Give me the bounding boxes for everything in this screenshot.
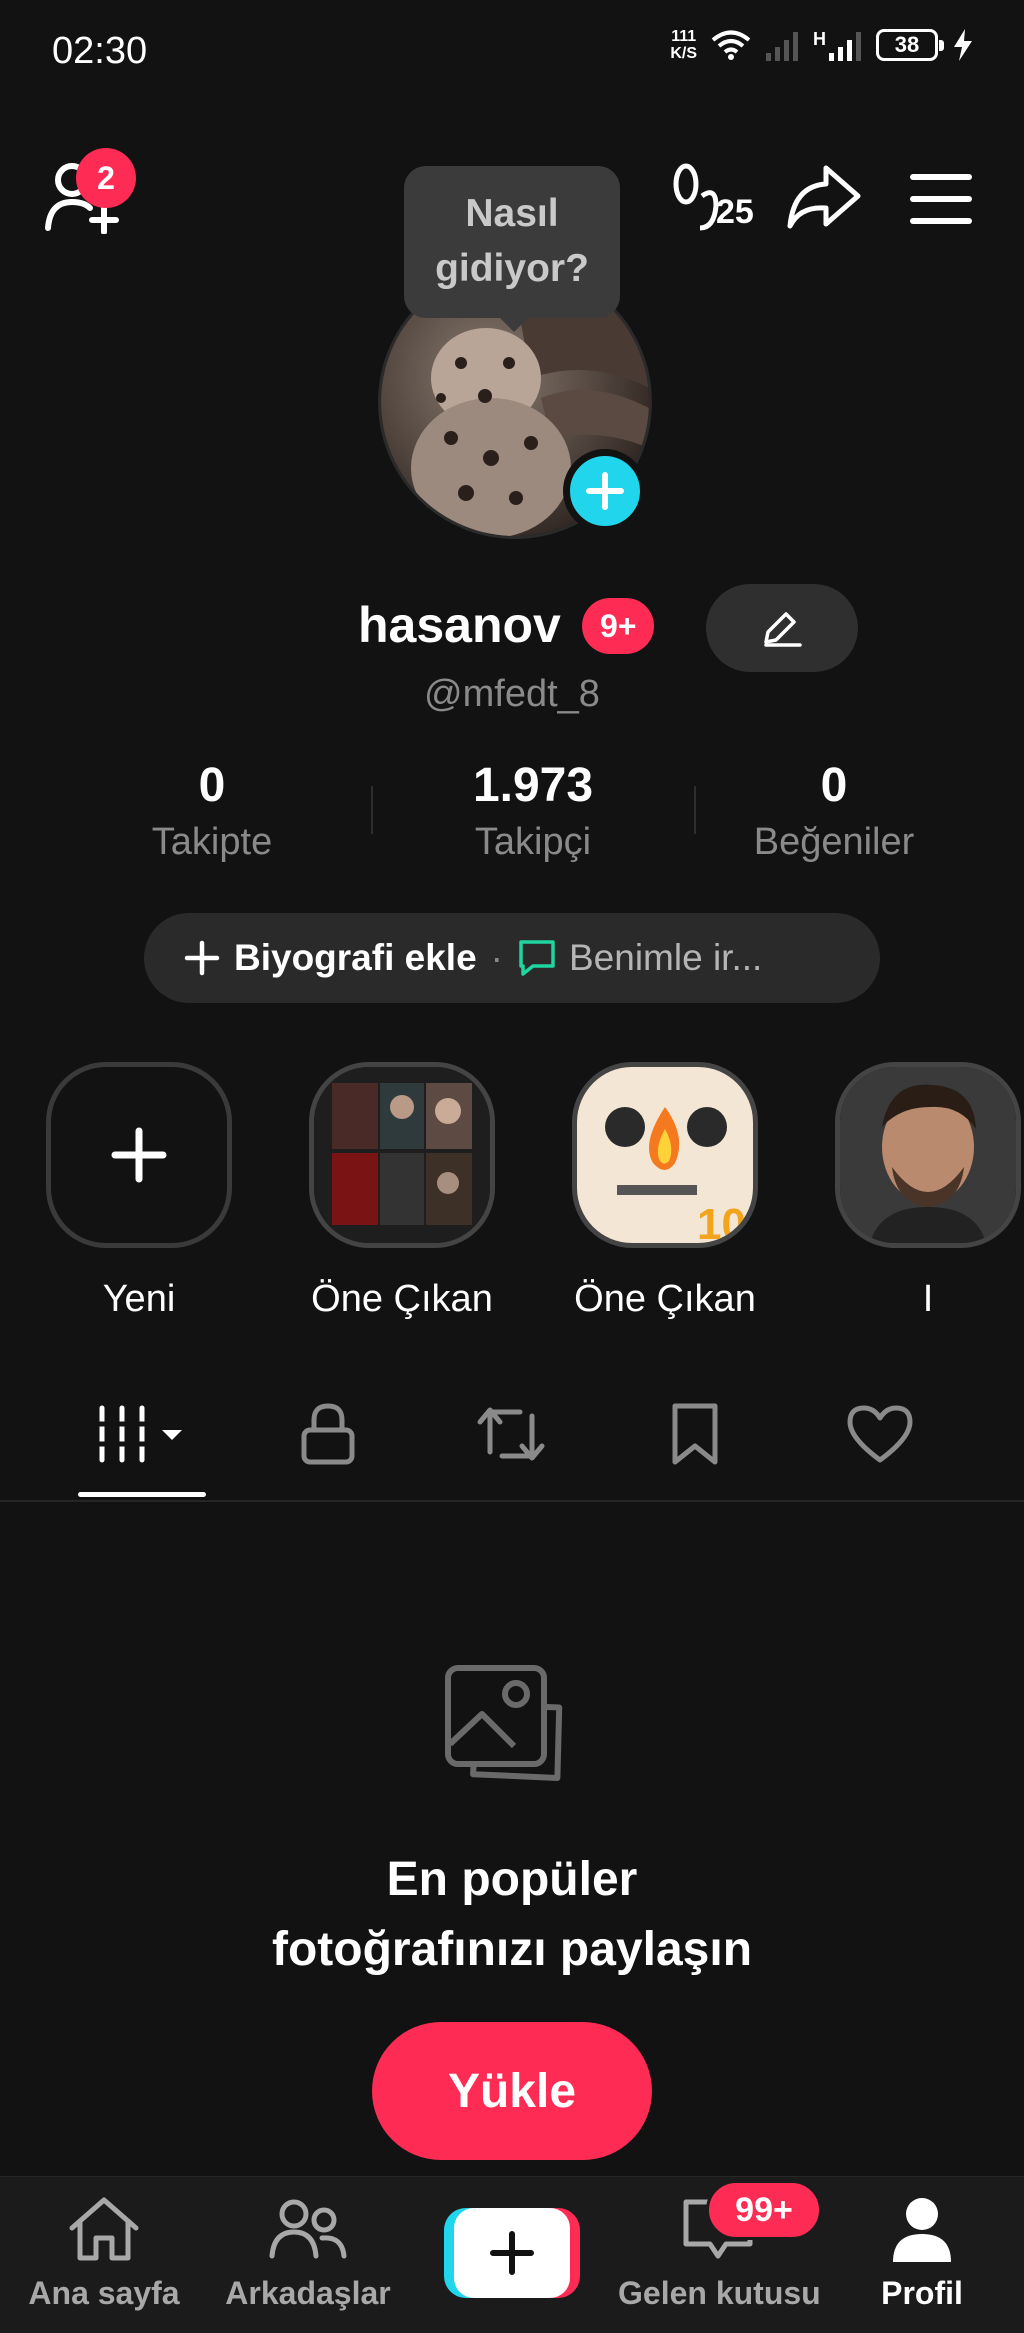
- highlight-label: I: [922, 1278, 934, 1320]
- tab-private[interactable]: [258, 1398, 398, 1470]
- lock-icon: [301, 1403, 355, 1465]
- highlight-thumbnail: [835, 1062, 1021, 1248]
- network-type: H: [813, 29, 826, 49]
- highlight-label: Yeni: [102, 1278, 176, 1320]
- highlight-thumbnail: 10: [572, 1062, 758, 1248]
- plus-icon: [184, 940, 220, 976]
- add-friends-badge: 2: [76, 148, 136, 208]
- divider: [371, 786, 373, 834]
- charging-icon: [954, 29, 972, 61]
- photos-icon: [445, 1665, 563, 1781]
- network-speed: 111 K/S: [670, 28, 697, 62]
- create-button[interactable]: [444, 2208, 580, 2298]
- inbox-badge: 99+: [706, 2180, 822, 2240]
- stat-likes[interactable]: 0 Beğeniler: [704, 758, 964, 864]
- empty-state-title: En popüler fotoğrafınızı paylaşın: [0, 1845, 1024, 1985]
- add-story-button[interactable]: [563, 449, 647, 533]
- signal-weak-icon: [766, 32, 798, 61]
- edit-profile-button[interactable]: [706, 584, 858, 672]
- stat-followers[interactable]: 1.973 Takipçi: [403, 758, 663, 864]
- plus-icon: [586, 472, 624, 510]
- menu-icon[interactable]: [908, 172, 974, 226]
- nearby-count: 25: [716, 193, 754, 231]
- username-handle: @mfedt_8: [424, 673, 600, 715]
- name-badge[interactable]: 9+: [582, 598, 655, 654]
- tab-liked[interactable]: [810, 1398, 950, 1470]
- stat-label: Takipçi: [474, 821, 592, 863]
- upload-button[interactable]: Yükle: [372, 2022, 652, 2160]
- nav-label: Gelen kutusu: [618, 2275, 821, 2311]
- plus-icon: [111, 1127, 167, 1183]
- active-tab-indicator: [78, 1492, 206, 1497]
- svg-text:10: 10: [697, 1200, 746, 1243]
- nav-profile[interactable]: Profil: [822, 2194, 1022, 2312]
- tab-reposts[interactable]: [441, 1398, 581, 1470]
- bio-separator: ·: [490, 937, 503, 978]
- highlight-label: Öne Çıkan: [311, 1278, 493, 1320]
- highlight-thumbnail: [309, 1062, 495, 1248]
- status-tooltip[interactable]: Nasıl gidiyor?: [404, 166, 620, 332]
- contact-button[interactable]: Benimle ir...: [569, 937, 762, 979]
- highlight-item[interactable]: 10 Öne Çıkan: [570, 1062, 760, 1321]
- display-name: hasanov: [358, 597, 561, 653]
- battery-indicator: 38: [876, 29, 944, 61]
- add-friends-button[interactable]: 2: [42, 148, 136, 239]
- nearby-button[interactable]: 25: [672, 162, 754, 232]
- tab-saved[interactable]: [625, 1398, 765, 1470]
- pencil-icon: [764, 612, 802, 647]
- videos-grid-icon: [96, 1405, 182, 1463]
- bookmark-icon: [672, 1403, 718, 1465]
- bio-bar[interactable]: Biyografi ekle · Benimle ir...: [144, 913, 880, 1003]
- nav-home[interactable]: Ana sayfa: [4, 2194, 204, 2312]
- divider: [694, 786, 696, 834]
- stat-value: 0: [820, 759, 848, 812]
- stat-value: 1.973: [472, 759, 594, 812]
- empty-state-line: En popüler: [386, 1853, 638, 1906]
- nav-friends[interactable]: Arkadaşlar: [208, 2194, 408, 2312]
- chat-bubble-icon: [519, 940, 555, 976]
- stat-following[interactable]: 0 Takipte: [82, 758, 342, 864]
- profile-icon: [893, 2198, 951, 2262]
- status-time: 02:30: [52, 30, 148, 72]
- highlight-new[interactable]: Yeni: [44, 1062, 234, 1321]
- share-icon[interactable]: [786, 162, 862, 232]
- nav-label: Arkadaşlar: [225, 2275, 391, 2311]
- stat-label: Takipte: [151, 821, 273, 863]
- network-speed-unit: K/S: [670, 45, 697, 62]
- footprints-icon: [673, 163, 719, 231]
- stat-label: Beğeniler: [753, 821, 915, 863]
- friends-icon: [269, 2199, 347, 2259]
- stat-value: 0: [198, 759, 226, 812]
- highlight-label: Öne Çıkan: [574, 1278, 756, 1320]
- signal-h-icon: H: [813, 29, 862, 61]
- add-bio-button[interactable]: Biyografi ekle: [234, 937, 477, 979]
- empty-state-line: fotoğrafınızı paylaşın: [271, 1923, 753, 1976]
- wifi-icon: [711, 30, 751, 60]
- plus-icon: [490, 2231, 534, 2275]
- home-icon: [69, 2197, 139, 2261]
- tab-videos[interactable]: [72, 1398, 212, 1470]
- nav-label: Profil: [881, 2275, 963, 2311]
- tab-divider: [0, 1500, 1024, 1502]
- nav-label: Ana sayfa: [28, 2275, 180, 2311]
- highlight-item[interactable]: I: [833, 1062, 1023, 1321]
- highlight-thumbnail: [46, 1062, 232, 1248]
- network-speed-value: 111: [671, 28, 697, 45]
- create-button-face: [454, 2208, 570, 2298]
- repost-icon: [477, 1407, 545, 1461]
- heart-icon: [847, 1405, 913, 1463]
- nav-inbox[interactable]: Gelen kutusu 99+: [618, 2180, 822, 2312]
- status-icons: 111 K/S H 38: [670, 28, 974, 62]
- highlight-item[interactable]: Öne Çıkan: [307, 1062, 497, 1321]
